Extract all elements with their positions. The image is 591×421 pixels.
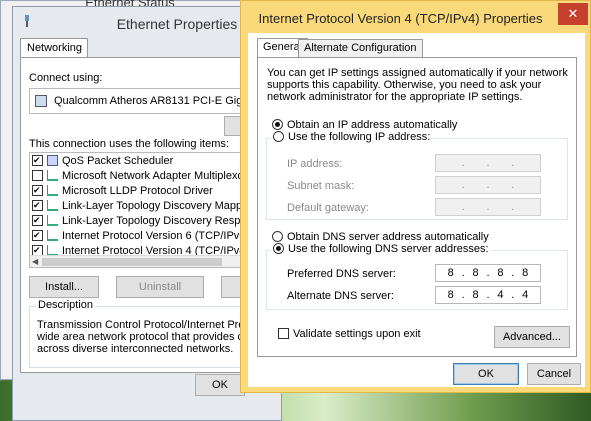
auto-ip-label: Obtain an IP address automatically: [287, 119, 458, 131]
network-card-icon: [35, 95, 47, 107]
octet: 8: [522, 267, 529, 279]
ip-address-field[interactable]: ...: [435, 154, 541, 172]
octet: 8: [497, 267, 504, 279]
list-item[interactable]: Link-Layer Topology Discovery Mapper I: [32, 200, 258, 214]
manual-dns-option[interactable]: Use the following DNS server addresses:: [271, 243, 491, 255]
octet: 4: [497, 289, 504, 301]
octet: 4: [522, 289, 529, 301]
list-item-label: Internet Protocol Version 6 (TCP/IPv6): [62, 230, 250, 242]
octet: 8: [472, 267, 479, 279]
protocol-icon: [47, 215, 58, 226]
list-item[interactable]: Microsoft Network Adapter Multiplexor P: [32, 170, 258, 184]
item-checkbox[interactable]: [32, 230, 43, 241]
octet: 8: [447, 267, 454, 279]
scroll-thumb[interactable]: [42, 258, 222, 266]
list-item[interactable]: QoS Packet Scheduler: [32, 155, 173, 169]
advanced-button[interactable]: Advanced...: [494, 326, 570, 348]
cancel-button[interactable]: Cancel: [527, 363, 581, 385]
ip-address-group: Use the following IP address: IP address…: [266, 131, 568, 220]
validate-option[interactable]: Validate settings upon exit: [278, 328, 421, 340]
item-checkbox[interactable]: [32, 200, 43, 211]
auto-dns-radio[interactable]: [272, 231, 283, 242]
alternate-dns-label: Alternate DNS server:: [287, 290, 394, 302]
list-item[interactable]: Internet Protocol Version 6 (TCP/IPv6): [32, 230, 249, 244]
validate-checkbox[interactable]: [278, 328, 289, 339]
connect-using-label: Connect using:: [29, 72, 103, 84]
close-icon: ✕: [567, 6, 579, 21]
default-gateway-field[interactable]: ...: [435, 198, 541, 216]
networking-panel: Connect using: Qualcomm Atheros AR8131 P…: [20, 57, 270, 373]
list-item-label: Link-Layer Topology Discovery Mapper I: [62, 200, 259, 212]
item-checkbox[interactable]: [32, 185, 43, 196]
octet: 8: [472, 289, 479, 301]
auto-dns-option[interactable]: Obtain DNS server address automatically: [272, 231, 489, 243]
description-text: Transmission Control Protocol/Internet P…: [37, 319, 267, 355]
protocol-icon: [47, 230, 58, 241]
list-item-label: Microsoft Network Adapter Multiplexor P: [62, 170, 258, 182]
items-label: This connection uses the following items…: [29, 138, 229, 150]
list-item-label: Link-Layer Topology Discovery Respond: [62, 215, 259, 227]
tab-alternate-configuration[interactable]: Alternate Configuration: [298, 39, 423, 57]
protocol-icon: [47, 170, 58, 181]
ethernet-ok-button[interactable]: OK: [195, 374, 245, 396]
subnet-mask-field[interactable]: ...: [435, 176, 541, 194]
list-item-label: Microsoft LLDP Protocol Driver: [62, 185, 213, 197]
preferred-dns-field[interactable]: 8. 8. 8. 8: [435, 264, 541, 282]
tab-networking[interactable]: Networking: [20, 38, 88, 58]
dns-group: Use the following DNS server addresses: …: [266, 243, 568, 310]
install-button[interactable]: Install...: [29, 276, 99, 298]
general-panel: You can get IP settings assigned automat…: [257, 57, 577, 357]
ipv4-client-area: General Alternate Configuration You can …: [248, 33, 585, 387]
protocol-icon: [47, 185, 58, 196]
description-line: across diverse interconnected networks.: [37, 343, 234, 355]
scroll-left-icon[interactable]: ◀: [32, 257, 38, 266]
default-gateway-label: Default gateway:: [287, 202, 369, 214]
ok-button[interactable]: OK: [453, 363, 519, 385]
manual-ip-radio[interactable]: [273, 131, 284, 142]
uninstall-button[interactable]: Uninstall: [116, 276, 204, 298]
validate-label: Validate settings upon exit: [293, 328, 421, 340]
manual-ip-label: Use the following IP address:: [288, 131, 431, 143]
list-item-label: QoS Packet Scheduler: [62, 155, 174, 167]
item-checkbox[interactable]: [32, 155, 43, 166]
list-item[interactable]: Link-Layer Topology Discovery Respond: [32, 215, 259, 229]
description-legend: Description: [36, 299, 96, 311]
protocol-icon: [47, 200, 58, 211]
manual-ip-option[interactable]: Use the following IP address:: [271, 131, 433, 143]
ipv4-properties-title: Internet Protocol Version 4 (TCP/IPv4) P…: [258, 11, 543, 26]
auto-ip-radio[interactable]: [272, 119, 283, 130]
description-line: wide area network protocol that provides…: [37, 331, 267, 343]
horizontal-scrollbar[interactable]: ◀: [30, 255, 268, 267]
alternate-dns-field[interactable]: 8. 8. 4. 4: [435, 286, 541, 304]
components-list[interactable]: QoS Packet Scheduler Microsoft Network A…: [29, 152, 269, 268]
manual-dns-radio[interactable]: [273, 243, 284, 254]
octet: 8: [447, 289, 454, 301]
description-group: Description Transmission Control Protoco…: [29, 299, 269, 368]
ip-address-label: IP address:: [287, 158, 343, 170]
item-checkbox[interactable]: [32, 170, 43, 181]
adapter-name: Qualcomm Atheros AR8131 PCI-E Gigabit E: [54, 95, 271, 107]
item-checkbox[interactable]: [32, 215, 43, 226]
ipv4-properties-window: Internet Protocol Version 4 (TCP/IPv4) P…: [240, 0, 591, 393]
list-item[interactable]: Microsoft LLDP Protocol Driver: [32, 185, 213, 199]
adapter-field: Qualcomm Atheros AR8131 PCI-E Gigabit E: [29, 88, 271, 114]
manual-dns-label: Use the following DNS server addresses:: [288, 243, 489, 255]
info-text: You can get IP settings assigned automat…: [267, 67, 568, 103]
description-line: Transmission Control Protocol/Internet P…: [37, 319, 267, 331]
auto-ip-option[interactable]: Obtain an IP address automatically: [272, 119, 457, 131]
close-button[interactable]: ✕: [558, 3, 588, 25]
subnet-mask-label: Subnet mask:: [287, 180, 355, 192]
preferred-dns-label: Preferred DNS server:: [287, 268, 396, 280]
auto-dns-label: Obtain DNS server address automatically: [287, 231, 489, 243]
scheduler-icon: [47, 155, 58, 166]
